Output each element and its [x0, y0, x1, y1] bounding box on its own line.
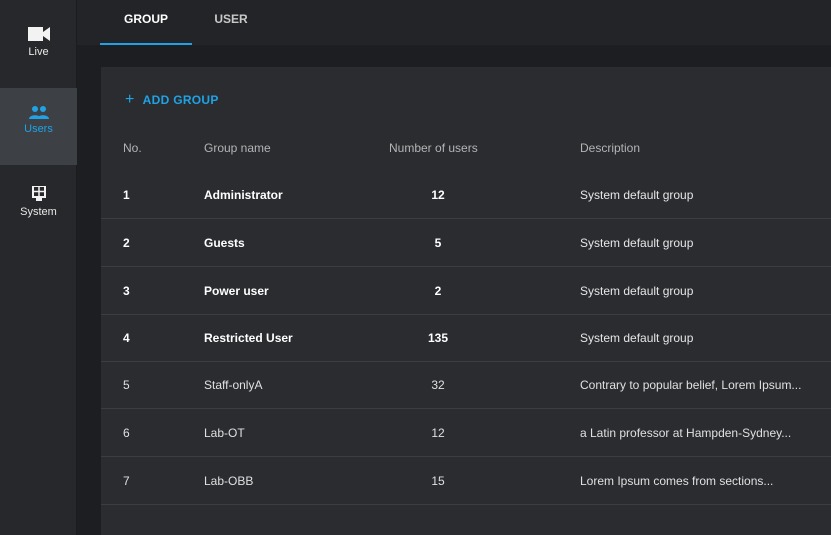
column-header-no: No.: [123, 141, 142, 155]
group-description: System default group: [580, 188, 694, 202]
group-name: Lab-OT: [204, 426, 245, 440]
sidebar-item-label: System: [20, 206, 57, 218]
column-header-description: Description: [580, 141, 641, 155]
tab-label: USER: [214, 12, 248, 26]
group-name: Restricted User: [204, 331, 293, 345]
video-camera-icon: [27, 26, 50, 42]
row-number: 2: [123, 236, 130, 250]
table-row[interactable]: 7 Lab-OBB 15 Lorem Ipsum comes from sect…: [101, 457, 831, 505]
row-number: 4: [123, 331, 130, 345]
column-header-number-of-users: Number of users: [389, 141, 478, 155]
user-count: 15: [431, 474, 445, 488]
sidebar-item-system[interactable]: System: [0, 186, 77, 226]
add-group-label: ADD GROUP: [142, 93, 219, 107]
users-icon: [28, 105, 49, 119]
group-panel: + ADD GROUP No. Group name Number of use…: [101, 67, 831, 535]
group-description: Lorem Ipsum comes from sections...: [580, 474, 774, 488]
column-header-group-name: Group name: [204, 141, 271, 155]
tab-label: GROUP: [123, 12, 168, 26]
user-count: 5: [434, 236, 442, 250]
user-count: 135: [427, 331, 449, 345]
sidebar-item-label: Live: [28, 46, 49, 58]
add-group-button[interactable]: + ADD GROUP: [125, 91, 219, 109]
group-description: System default group: [580, 284, 694, 298]
row-number: 5: [123, 378, 130, 392]
user-count: 32: [431, 378, 445, 392]
group-name: Power user: [204, 284, 269, 298]
tab-group[interactable]: GROUP: [100, 0, 192, 45]
row-number: 1: [123, 188, 130, 202]
row-number: 7: [123, 474, 130, 488]
tab-user[interactable]: USER: [200, 0, 262, 45]
user-count: 12: [431, 426, 445, 440]
group-description: Contrary to popular belief, Lorem Ipsum.…: [580, 378, 802, 392]
user-count: 12: [431, 188, 445, 202]
table-row[interactable]: 2 Guests 5 System default group: [101, 219, 831, 267]
sidebar: Live Users System: [0, 0, 77, 535]
plus-icon: +: [125, 91, 135, 108]
table-row[interactable]: 1 Administrator 12 System default group: [101, 171, 831, 219]
table-row[interactable]: 4 Restricted User 135 System default gro…: [101, 314, 831, 362]
group-description: System default group: [580, 331, 694, 345]
sidebar-item-label: Users: [24, 123, 53, 135]
table-row[interactable]: 3 Power user 2 System default group: [101, 267, 831, 315]
group-name: Guests: [204, 236, 245, 250]
group-description: a Latin professor at Hampden-Sydney...: [580, 426, 792, 440]
group-name: Administrator: [204, 188, 283, 202]
sidebar-item-live[interactable]: Live: [0, 26, 77, 76]
row-number: 3: [123, 284, 130, 298]
content-gap: [77, 45, 831, 67]
sidebar-item-users[interactable]: Users: [0, 88, 77, 165]
group-name: Staff-onlyA: [204, 378, 263, 392]
row-number: 6: [123, 426, 130, 440]
group-description: System default group: [580, 236, 694, 250]
table-header: No. Group name Number of users Descripti…: [101, 123, 831, 170]
table-row[interactable]: 5 Staff-onlyA 32 Contrary to popular bel…: [101, 361, 831, 409]
tab-bar: GROUP USER: [77, 0, 831, 45]
system-icon: [31, 186, 46, 202]
table-row[interactable]: 6 Lab-OT 12 a Latin professor at Hampden…: [101, 409, 831, 457]
user-count: 2: [434, 284, 442, 298]
group-name: Lab-OBB: [204, 474, 254, 488]
